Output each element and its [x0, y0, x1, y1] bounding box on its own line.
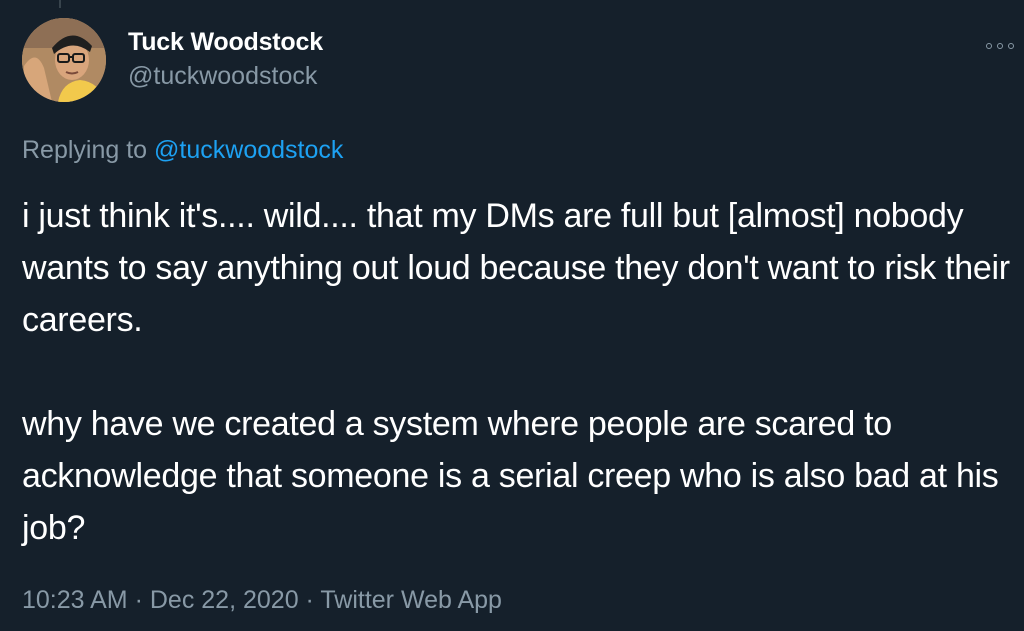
tweet-source[interactable]: Twitter Web App	[320, 586, 502, 614]
dot	[1008, 43, 1014, 49]
tweet-text: i just think it's.... wild.... that my D…	[22, 190, 1012, 554]
tweet-paragraph: i just think it's.... wild.... that my D…	[22, 197, 1010, 339]
replying-to: Replying to @tuckwoodstock	[22, 134, 343, 166]
reply-mention-link[interactable]: @tuckwoodstock	[154, 136, 343, 164]
author-names: Tuck Woodstock @tuckwoodstock	[128, 26, 323, 94]
meta-separator: ·	[134, 586, 143, 614]
tweet-header: Tuck Woodstock @tuckwoodstock	[22, 18, 1014, 106]
author-handle[interactable]: @tuckwoodstock	[128, 58, 323, 94]
tweet-date[interactable]: Dec 22, 2020	[150, 586, 299, 614]
replying-prefix: Replying to	[22, 136, 148, 164]
tweet-paragraph: why have we created a system where peopl…	[22, 405, 999, 547]
dot	[986, 43, 992, 49]
dot	[997, 43, 1003, 49]
avatar-image	[22, 18, 106, 102]
tweet-meta: 10:23 AM · Dec 22, 2020 · Twitter Web Ap…	[22, 584, 502, 616]
meta-separator: ·	[305, 586, 314, 614]
more-dots-icon[interactable]	[986, 40, 1014, 52]
tweet-time[interactable]: 10:23 AM	[22, 586, 128, 614]
avatar[interactable]	[22, 18, 106, 102]
thread-connector-line	[59, 0, 61, 8]
author-display-name[interactable]: Tuck Woodstock	[128, 26, 323, 58]
